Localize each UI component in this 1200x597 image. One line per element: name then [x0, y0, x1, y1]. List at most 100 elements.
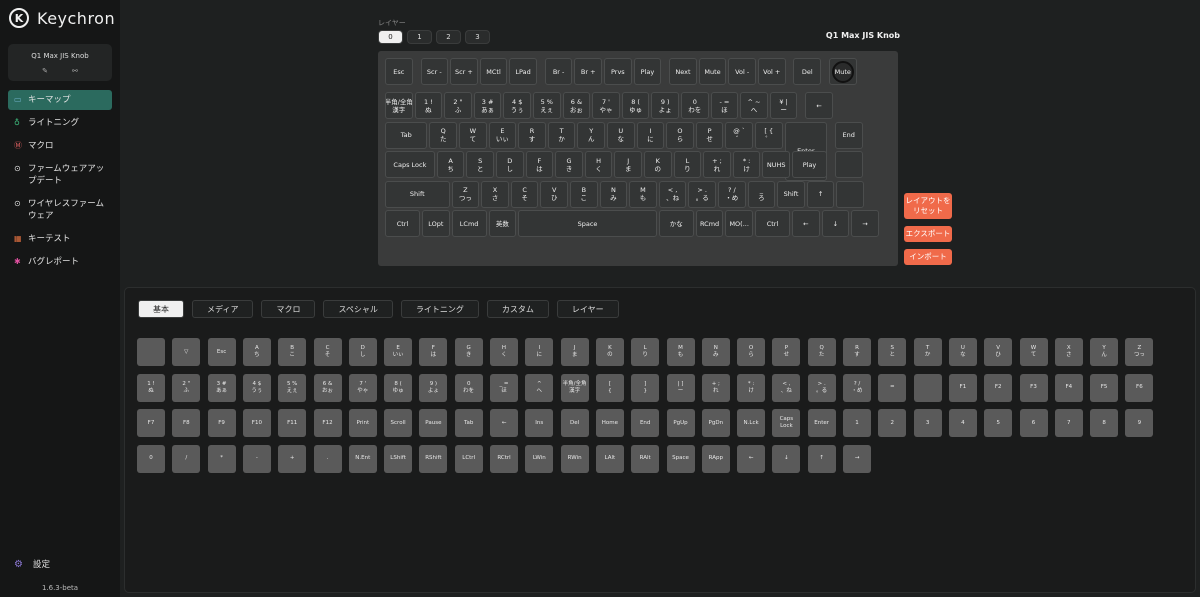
category-tab-1[interactable]: メディア	[192, 300, 254, 318]
import-button[interactable]: インポート	[904, 249, 952, 265]
keyboard-key[interactable]: Tか	[547, 121, 576, 149]
keyboard-key[interactable]: 3 # あぁ	[473, 92, 502, 120]
pencil-icon[interactable]: ✎	[42, 67, 48, 75]
palette-key[interactable]: 2 " ふ	[172, 373, 201, 402]
keyboard-key[interactable]: 半角/全角 漢字	[385, 92, 413, 120]
keyboard-key[interactable]: かな	[658, 210, 694, 238]
keyboard-key[interactable]: ←	[805, 92, 833, 120]
keyboard-key[interactable]: →	[851, 210, 879, 238]
keyboard-key[interactable]: Lり	[673, 151, 702, 179]
keyboard-key[interactable]: Vol -	[728, 58, 756, 85]
palette-key[interactable]: *	[207, 444, 236, 473]
palette-key[interactable]: Print	[348, 409, 377, 437]
layer-tab-1[interactable]: 1	[407, 30, 432, 44]
keyboard-key[interactable]: ? / ・め	[718, 180, 746, 208]
palette-key[interactable]: ←	[490, 409, 518, 437]
palette-key[interactable]: F8	[172, 409, 201, 437]
palette-key[interactable]: 3	[913, 409, 942, 437]
palette-key[interactable]	[137, 338, 165, 366]
keyboard-key[interactable]: Esc	[385, 58, 413, 85]
keyboard-key[interactable]: < , 、ね	[658, 180, 687, 208]
palette-key[interactable]: 1 ! ぬ	[137, 373, 165, 402]
keyboard-key[interactable]: 8 (ゆゅ	[621, 92, 650, 120]
palette-key[interactable]: Gき	[454, 338, 483, 366]
palette-key[interactable]: * :け	[737, 373, 766, 402]
keyboard-key[interactable]: [ {゜	[755, 121, 783, 149]
keyboard-key[interactable]: _ ろ	[747, 180, 776, 208]
category-tab-0[interactable]: 基本	[138, 300, 184, 318]
palette-key[interactable]: Z つっ	[1125, 338, 1154, 366]
keyboard-key[interactable]: Sと	[466, 151, 494, 179]
palette-key[interactable]: Yん	[1090, 338, 1119, 366]
palette-key[interactable]: F11	[278, 409, 307, 437]
palette-key[interactable]: Wて	[1019, 338, 1048, 366]
sidebar-item-4[interactable]: ⊙ ワイヤレスファームウェア	[8, 194, 112, 226]
keyboard-key[interactable]: NUHS	[762, 151, 790, 179]
layer-tab-2[interactable]: 2	[436, 30, 461, 44]
keyboard-key[interactable]: ^ ~ へ	[740, 92, 768, 120]
palette-key[interactable]: [{	[595, 373, 624, 402]
keyboard-key[interactable]: Vひ	[540, 180, 568, 208]
keyboard-key[interactable]: 6 & おぉ	[562, 92, 591, 120]
settings-button[interactable]: ⚙ 設定	[14, 558, 50, 571]
palette-key[interactable]: 0	[137, 444, 165, 473]
keyboard-key[interactable]: Caps Lock	[385, 151, 435, 179]
palette-key[interactable]: Del	[560, 409, 589, 437]
palette-key[interactable]: PgUp	[666, 409, 695, 437]
palette-key[interactable]: F12	[313, 409, 342, 437]
keyboard-key[interactable]: Play	[633, 58, 662, 85]
keyboard-key[interactable]: Scr -	[420, 58, 449, 85]
palette-key[interactable]: N.Lck	[737, 409, 766, 437]
category-tab-3[interactable]: スペシャル	[323, 300, 393, 318]
palette-key[interactable]: RApp	[701, 444, 730, 473]
keyboard-key[interactable]: ↑	[806, 180, 835, 208]
palette-key[interactable]: Scroll	[384, 409, 413, 437]
palette-key[interactable]	[913, 373, 942, 402]
device-card[interactable]: Q1 Max JIS Knob ✎ ⚯	[8, 44, 112, 81]
keyboard-key[interactable]: ¥ | ー	[769, 92, 798, 120]
keyboard-key[interactable]: Iに	[636, 121, 665, 149]
palette-key[interactable]: F1	[948, 373, 977, 402]
keyboard-key[interactable]: Nみ	[599, 180, 628, 208]
keyboard-key[interactable]: > . 。る	[688, 180, 716, 208]
keyboard-key[interactable]: Mute	[698, 58, 727, 85]
unlink-icon[interactable]: ⚯	[72, 67, 78, 75]
palette-key[interactable]: _ = ほ	[490, 373, 518, 402]
layer-tab-3[interactable]: 3	[465, 30, 490, 44]
palette-key[interactable]: F7	[137, 409, 165, 437]
palette-key[interactable]: Esc	[207, 338, 236, 366]
keyboard-key[interactable]: Wて	[459, 121, 487, 149]
palette-key[interactable]: -	[242, 444, 271, 473]
palette-key[interactable]: +	[278, 444, 307, 473]
palette-key[interactable]: Tか	[913, 338, 942, 366]
palette-key[interactable]: Ins	[525, 409, 554, 437]
palette-key[interactable]: .	[313, 444, 342, 473]
keyboard-key[interactable]	[836, 180, 864, 208]
keyboard-key[interactable]: LCmd	[451, 210, 487, 238]
palette-key[interactable]: RWin	[560, 444, 589, 473]
palette-key[interactable]: RCtrl	[490, 444, 518, 473]
export-button[interactable]: エクスポート	[904, 226, 952, 242]
palette-key[interactable]: /	[172, 444, 201, 473]
palette-key[interactable]: 6 & おぉ	[313, 373, 342, 402]
keyboard-key[interactable]: 1 ! ぬ	[414, 92, 443, 120]
palette-key[interactable]: 5	[984, 409, 1013, 437]
palette-key[interactable]: Fは	[419, 338, 448, 366]
palette-key[interactable]: < , 、ね	[772, 373, 801, 402]
palette-key[interactable]: F6	[1125, 373, 1154, 402]
palette-key[interactable]: =	[878, 373, 907, 402]
palette-key[interactable]: ▽	[172, 338, 201, 366]
keyboard-key[interactable]: LOpt	[422, 210, 450, 238]
palette-key[interactable]: 5 % えぇ	[278, 373, 307, 402]
palette-key[interactable]: Pせ	[772, 338, 801, 366]
keyboard-key[interactable]: 0 わを	[681, 92, 709, 120]
knob-key[interactable]: Mute	[829, 58, 857, 85]
palette-key[interactable]: ? / ・め	[843, 373, 871, 402]
keyboard-key[interactable]: + ; れ	[703, 151, 731, 179]
keyboard-key[interactable]: End	[834, 121, 863, 149]
keyboard-key[interactable]	[834, 151, 863, 179]
keyboard-key[interactable]: ←	[792, 210, 820, 238]
palette-key[interactable]: ←	[737, 444, 766, 473]
keyboard-key[interactable]: Shift	[777, 180, 805, 208]
palette-key[interactable]: Rす	[843, 338, 871, 366]
